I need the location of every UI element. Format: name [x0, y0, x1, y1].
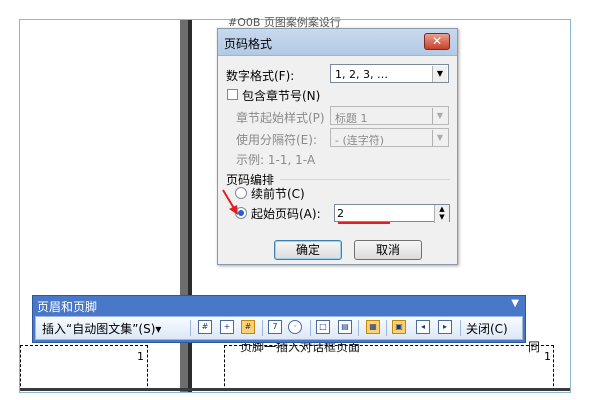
dialog-title: 页码格式: [224, 37, 273, 51]
toolbar-separator: [460, 320, 461, 336]
toolbar-separator: [386, 320, 387, 336]
format-page-number-icon[interactable]: #: [241, 320, 255, 334]
toolbar-title[interactable]: 页眉和页脚: [37, 298, 97, 315]
chevron-down-icon: ▼: [432, 130, 447, 146]
toolbar-separator: [190, 320, 191, 336]
example-text: 示例: 1-1, 1-A: [236, 153, 316, 167]
close-toolbar-button[interactable]: 关闭(C): [466, 320, 508, 337]
annotation-arrow-icon: [222, 189, 238, 215]
show-next-icon[interactable]: ▸: [438, 320, 452, 334]
close-button[interactable]: ✕: [424, 33, 450, 50]
start-at-value: 2: [337, 207, 344, 220]
chevron-down-icon: ▼: [432, 66, 447, 82]
number-format-label: 数字格式(F):: [226, 69, 295, 83]
cancel-button[interactable]: 取消: [354, 240, 422, 260]
include-chapter-checkbox[interactable]: [227, 89, 238, 100]
insert-page-number-icon[interactable]: #: [198, 320, 212, 334]
start-at-spinner[interactable]: 2 ▲ ▼: [334, 204, 450, 223]
include-chapter-label: 包含章节号(N): [242, 89, 321, 103]
insert-date-icon[interactable]: 7: [268, 320, 282, 334]
toolbar-separator: [310, 320, 311, 336]
group-separator: [280, 179, 450, 180]
number-format-value: 1, 2, 3, …: [335, 68, 388, 81]
insert-autotext-button[interactable]: 插入“自动图文集”(S)▾: [42, 320, 161, 337]
footer-area-right[interactable]: [224, 345, 554, 391]
show-hide-text-icon[interactable]: ▤: [338, 320, 352, 334]
separator-value: - (连字符): [335, 134, 385, 147]
toolbar-separator: [358, 320, 359, 336]
page-setup-icon[interactable]: □: [316, 320, 330, 334]
chapter-style-select[interactable]: 标题 1 ▼: [330, 106, 449, 125]
chapter-style-value: 标题 1: [335, 112, 368, 125]
continue-previous-label: 续前节(C): [251, 187, 305, 201]
spinner-arrows-icon[interactable]: ▲ ▼: [434, 205, 449, 223]
insert-page-count-icon[interactable]: +: [220, 320, 234, 334]
same-as-previous-icon[interactable]: ▦: [366, 320, 380, 334]
toolbar-options-icon[interactable]: ▼: [511, 298, 519, 309]
dialog-title-bar[interactable]: 页码格式 ✕: [218, 29, 457, 56]
ok-button[interactable]: 确定: [274, 240, 342, 260]
start-at-label: 起始页码(A):: [251, 207, 321, 221]
page-bottom-edge: [20, 388, 570, 391]
footer-page-number-left: 1: [137, 350, 144, 363]
toolbar-separator: [262, 320, 263, 336]
footer-page-number-right: 1: [544, 350, 551, 363]
footer-area-left[interactable]: [20, 345, 148, 391]
page-number-format-dialog: 页码格式 ✕ 数字格式(F): 1, 2, 3, … ▼ 包含章节号(N) 章节…: [217, 28, 458, 265]
toolbar-body: 插入“自动图文集”(S)▾ # + # 7 · □ ▤ ▦ ▣ ◂ ▸ 关闭(C…: [35, 316, 523, 340]
insert-time-icon[interactable]: ·: [288, 320, 302, 334]
separator-label: 使用分隔符(E):: [236, 133, 317, 147]
chevron-down-icon: ▼: [432, 108, 447, 124]
header-footer-toolbar: 页眉和页脚 ▼ 插入“自动图文集”(S)▾ # + # 7 · □ ▤ ▦ ▣ …: [32, 295, 526, 343]
switch-header-footer-icon[interactable]: ▣: [392, 320, 406, 334]
chapter-style-label: 章节起始样式(P): [236, 111, 325, 125]
annotation-underline: [338, 222, 390, 224]
show-previous-icon[interactable]: ◂: [416, 320, 430, 334]
number-format-select[interactable]: 1, 2, 3, … ▼: [330, 64, 449, 83]
separator-select[interactable]: - (连字符) ▼: [330, 128, 449, 147]
